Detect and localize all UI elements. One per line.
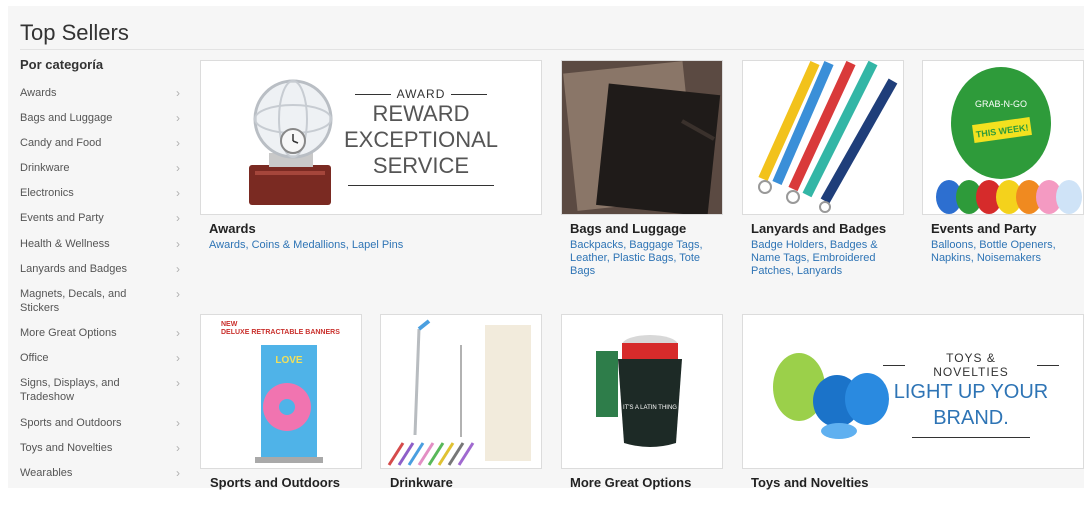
- drinkware-image-tile[interactable]: [380, 314, 542, 469]
- category-title-more-great-options[interactable]: More Great Options: [570, 475, 691, 490]
- chevron-right-icon: ›: [176, 186, 180, 200]
- sidebar-item-electronics[interactable]: Electronics ›: [20, 186, 184, 200]
- sidebar-heading: Por categoría: [20, 57, 104, 72]
- category-links-awards[interactable]: Awards, Coins & Medallions, Lapel Pins: [209, 239, 529, 252]
- category-links-events-and-party[interactable]: Balloons, Bottle Openers, Napkins, Noise…: [931, 239, 1071, 265]
- page-title: Top Sellers: [20, 20, 129, 45]
- toys-promo-line2: BRAND.: [933, 407, 1009, 429]
- chevron-right-icon: ›: [176, 161, 180, 175]
- sidebar-item-more-great-options[interactable]: More Great Options ›: [20, 326, 184, 340]
- toys-promo-text: TOYS & NOVELTIES LIGHT UP YOUR BRAND.: [883, 351, 1059, 438]
- category-sidebar: Por categoría Awards › Bags and Luggage › …: [20, 57, 184, 480]
- can-koozie-image: IT'S A LATIN THING: [562, 315, 722, 468]
- sidebar-item-label: Lanyards and Badges: [20, 263, 128, 275]
- chevron-right-icon: ›: [176, 237, 180, 251]
- award-promo-line2: EXCEPTIONAL: [343, 127, 499, 152]
- category-title-toys-and-novelties[interactable]: Toys and Novelties: [751, 475, 869, 490]
- sidebar-item-office[interactable]: Office ›: [20, 351, 184, 365]
- category-title-lanyards-and-badges[interactable]: Lanyards and Badges: [751, 221, 886, 236]
- sidebar-item-events-and-party[interactable]: Events and Party ›: [20, 211, 184, 225]
- events-image-tile[interactable]: GRAB-N-GO THIS WEEK!: [922, 60, 1084, 215]
- sidebar-item-label: Drinkware: [20, 162, 70, 174]
- sports-image-tile[interactable]: NEW DELUXE RETRACTABLE BANNERS LOVE: [200, 314, 362, 469]
- sidebar-item-label: Toys and Novelties: [20, 442, 113, 454]
- lanyards-image: [743, 61, 903, 214]
- balloons-image: GRAB-N-GO THIS WEEK!: [923, 61, 1083, 214]
- sidebar-item-label: Wearables: [20, 467, 73, 479]
- toys-promo-tile[interactable]: TOYS & NOVELTIES LIGHT UP YOUR BRAND.: [742, 314, 1084, 469]
- award-promo-kicker: AWARD: [341, 87, 501, 101]
- sidebar-item-signs-displays-tradeshow[interactable]: Signs, Displays, and Tradeshow ›: [20, 376, 184, 404]
- sidebar-item-label: Health & Wellness: [20, 238, 110, 250]
- sidebar-item-label: Sports and Outdoors: [20, 417, 122, 429]
- balloon-brand-text: GRAB-N-GO: [975, 99, 1027, 109]
- award-promo-line1: REWARD: [372, 101, 470, 126]
- sidebar-item-label: More Great Options: [20, 327, 117, 339]
- sidebar-item-label: Electronics: [20, 187, 74, 199]
- award-trophy-image: [249, 79, 333, 205]
- chevron-right-icon: ›: [176, 136, 180, 150]
- plastic-eggs-image: [773, 353, 889, 439]
- category-title-drinkware[interactable]: Drinkware: [390, 475, 453, 490]
- toys-promo-kicker: TOYS & NOVELTIES: [883, 351, 1059, 379]
- sidebar-item-label: Events and Party: [20, 212, 104, 224]
- chevron-right-icon: ›: [176, 211, 180, 225]
- category-title-bags-and-luggage[interactable]: Bags and Luggage: [570, 221, 686, 236]
- chevron-right-icon: ›: [176, 111, 180, 125]
- chevron-right-icon: ›: [176, 351, 180, 365]
- sidebar-item-label: Magnets, Decals, and Stickers: [20, 288, 127, 314]
- sidebar-item-awards[interactable]: Awards ›: [20, 86, 184, 100]
- sidebar-item-label: Awards: [20, 87, 57, 99]
- lanyards-image-tile[interactable]: [742, 60, 904, 215]
- koozie-text: IT'S A LATIN THING: [623, 405, 677, 411]
- sidebar-item-toys-and-novelties[interactable]: Toys and Novelties ›: [20, 441, 184, 455]
- category-links-lanyards-and-badges[interactable]: Badge Holders, Badges & Name Tags, Embro…: [751, 239, 891, 278]
- category-links-bags-and-luggage[interactable]: Backpacks, Baggage Tags, Leather, Plasti…: [570, 239, 715, 278]
- sidebar-item-label: Office: [20, 352, 49, 364]
- bags-image-tile[interactable]: [561, 60, 723, 215]
- awards-promo-tile[interactable]: AWARD REWARD EXCEPTIONAL SERVICE: [200, 60, 542, 215]
- chevron-right-icon: ›: [176, 262, 180, 276]
- sidebar-item-label: Signs, Displays, and Tradeshow: [20, 377, 120, 403]
- sidebar-item-candy-and-food[interactable]: Candy and Food ›: [20, 136, 184, 150]
- sidebar-item-label: Candy and Food: [20, 137, 102, 149]
- sidebar-item-magnets-decals-stickers[interactable]: Magnets, Decals, and Stickers ›: [20, 287, 184, 315]
- sidebar-item-sports-and-outdoors[interactable]: Sports and Outdoors ›: [20, 416, 184, 430]
- chevron-right-icon: ›: [176, 287, 180, 301]
- more-options-image-tile[interactable]: IT'S A LATIN THING: [561, 314, 723, 469]
- banner-word: LOVE: [275, 355, 303, 366]
- award-promo-line3: SERVICE: [372, 153, 470, 178]
- sidebar-item-lanyards-and-badges[interactable]: Lanyards and Badges ›: [20, 262, 184, 276]
- category-title-sports-and-outdoors[interactable]: Sports and Outdoors: [210, 475, 340, 490]
- award-promo-rule: [348, 185, 494, 186]
- chevron-right-icon: ›: [176, 416, 180, 430]
- title-divider: [20, 49, 1084, 50]
- sidebar-item-wearables[interactable]: Wearables ›: [20, 466, 184, 480]
- retractable-banner-image: LOVE: [255, 345, 323, 463]
- toys-promo-line1: LIGHT UP YOUR: [893, 381, 1049, 403]
- toys-promo-rule: [912, 437, 1030, 438]
- chevron-right-icon: ›: [176, 441, 180, 455]
- award-promo-text: AWARD REWARD EXCEPTIONAL SERVICE: [341, 87, 501, 186]
- metal-straws-image: [381, 315, 541, 468]
- sidebar-item-drinkware[interactable]: Drinkware ›: [20, 161, 184, 175]
- chevron-right-icon: ›: [176, 86, 180, 100]
- chevron-right-icon: ›: [176, 376, 180, 390]
- leather-journal-image: [562, 61, 722, 214]
- category-title-awards[interactable]: Awards: [209, 221, 256, 236]
- sidebar-item-health-wellness[interactable]: Health & Wellness ›: [20, 237, 184, 251]
- category-title-events-and-party[interactable]: Events and Party: [931, 221, 1037, 236]
- sidebar-item-label: Bags and Luggage: [20, 112, 113, 124]
- chevron-right-icon: ›: [176, 326, 180, 340]
- sidebar-item-bags-and-luggage[interactable]: Bags and Luggage ›: [20, 111, 184, 125]
- chevron-right-icon: ›: [176, 466, 180, 480]
